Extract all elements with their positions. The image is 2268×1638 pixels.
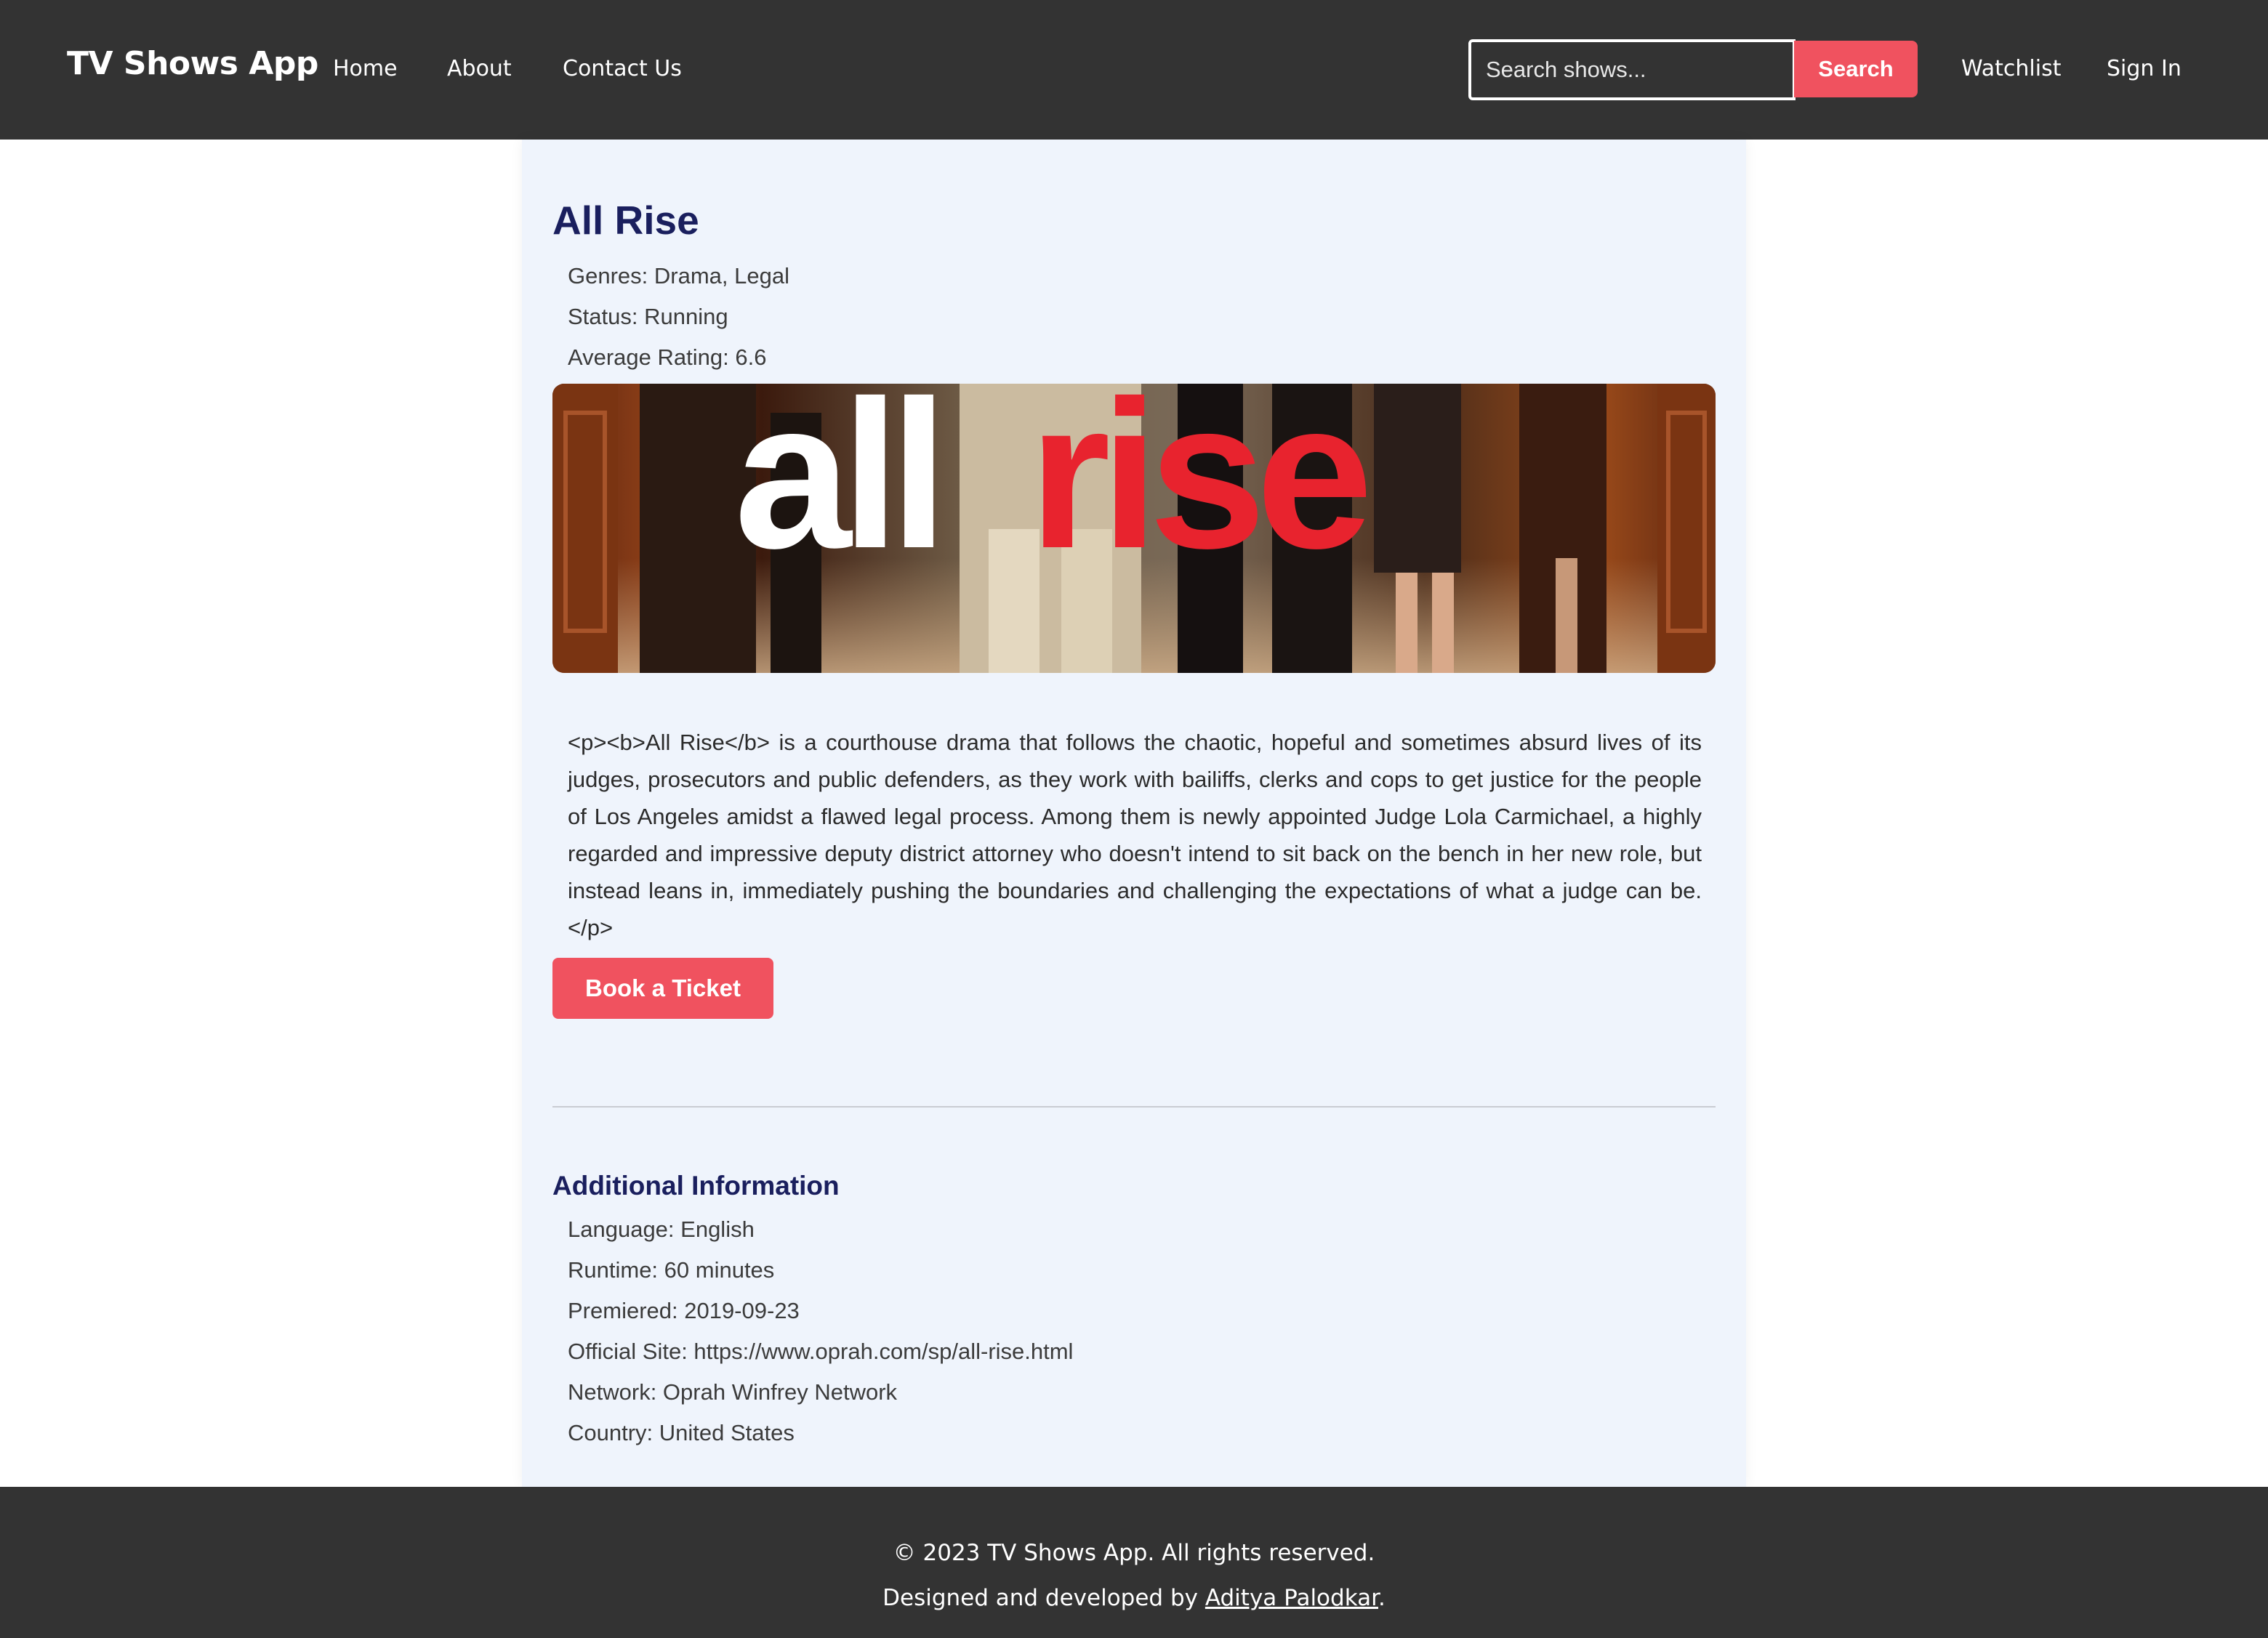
navbar: TV Shows App Home About Contact Us Searc…	[0, 0, 2268, 140]
banner-title-all: all	[734, 384, 938, 592]
info-official-site: Official Site: https://www.oprah.com/sp/…	[568, 1339, 1074, 1364]
nav-watchlist-link[interactable]: Watchlist	[1961, 58, 2061, 80]
banner-title-rise: rise	[1029, 384, 1368, 592]
show-status: Status: Running	[568, 304, 728, 329]
search-button[interactable]: Search	[1794, 41, 1918, 97]
footer-copyright: © 2023 TV Shows App. All rights reserved…	[893, 1540, 1375, 1566]
footer: © 2023 TV Shows App. All rights reserved…	[0, 1487, 2268, 1638]
book-ticket-button[interactable]: Book a Ticket	[552, 958, 773, 1019]
info-premiered: Premiered: 2019-09-23	[568, 1298, 800, 1323]
developer-link[interactable]: Aditya Palodkar	[1205, 1585, 1378, 1611]
info-runtime: Runtime: 60 minutes	[568, 1257, 775, 1283]
footer-credit: Designed and developed by Aditya Palodka…	[0, 1587, 2268, 1610]
nav-about-link[interactable]: About	[447, 58, 512, 80]
show-summary: <p><b>All Rise</b> is a courthouse drama…	[568, 730, 1702, 940]
nav-sign-in-link[interactable]: Sign In	[2107, 58, 2181, 80]
show-banner-image: all rise	[552, 384, 1716, 673]
info-country: Country: United States	[568, 1420, 795, 1445]
nav-contact-link[interactable]: Contact Us	[563, 58, 682, 80]
nav-home-link[interactable]: Home	[333, 58, 398, 80]
show-rating: Average Rating: 6.6	[568, 344, 767, 370]
info-language: Language: English	[568, 1217, 755, 1242]
info-network: Network: Oprah Winfrey Network	[568, 1379, 898, 1405]
show-genres: Genres: Drama, Legal	[568, 263, 789, 289]
footer-credit-suffix: .	[1378, 1585, 1386, 1611]
additional-info-heading: Additional Information	[552, 1171, 840, 1201]
show-title: All Rise	[552, 198, 699, 243]
search-input[interactable]	[1468, 39, 1796, 100]
footer-credit-prefix: Designed and developed by	[882, 1585, 1205, 1611]
section-divider	[552, 1106, 1716, 1108]
brand-logo[interactable]: TV Shows App	[67, 48, 318, 80]
